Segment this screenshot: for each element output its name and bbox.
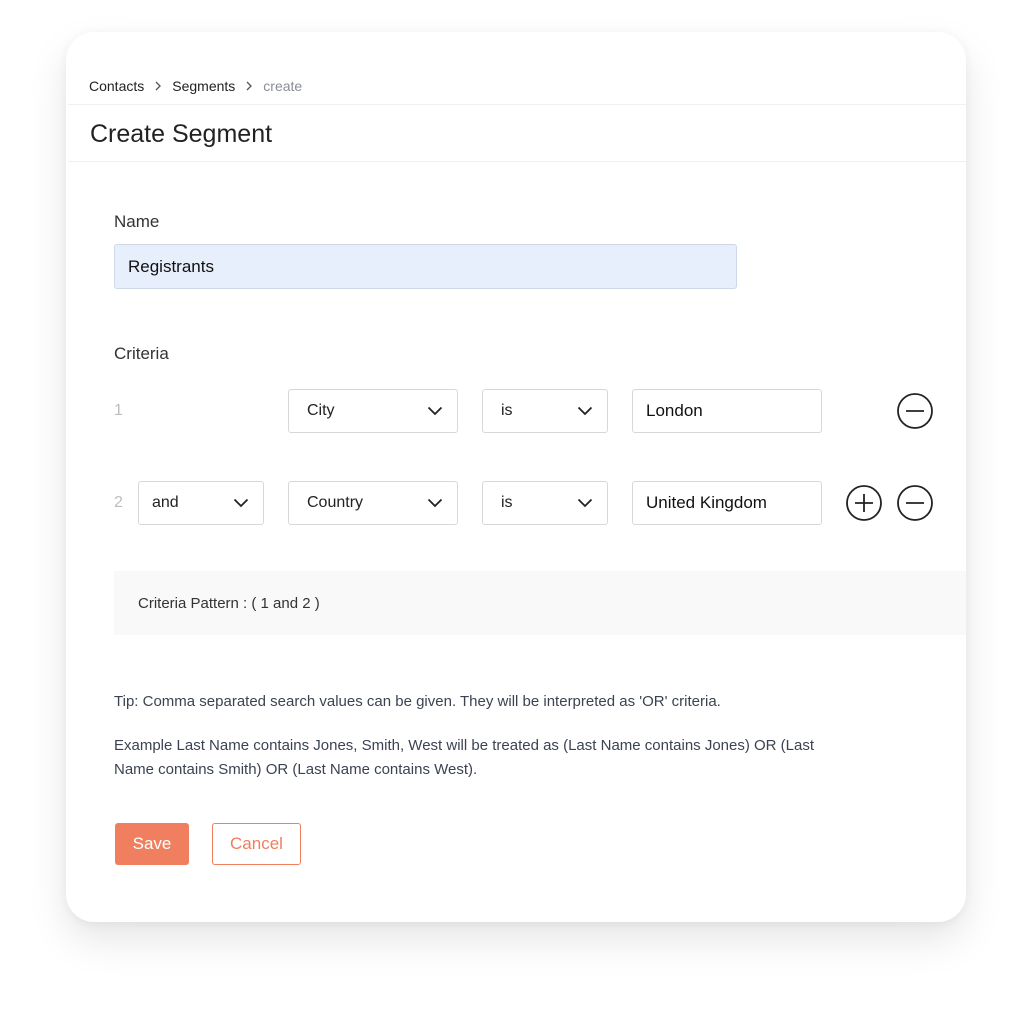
chevron-down-icon (233, 498, 249, 508)
breadcrumb-current: create (263, 78, 303, 94)
minus-circle-icon (897, 393, 933, 429)
field-select[interactable]: City (288, 389, 458, 433)
criteria-value-input[interactable] (632, 389, 822, 433)
name-label: Name (114, 212, 160, 231)
chevron-right-icon (154, 81, 162, 91)
tip-text: Tip: Comma separated search values can b… (114, 693, 721, 710)
chevron-down-icon (577, 498, 593, 508)
operator-select[interactable]: is (482, 389, 608, 433)
field-select[interactable]: Country (288, 481, 458, 525)
minus-circle-icon (897, 485, 933, 521)
operator-select[interactable]: is (482, 481, 608, 525)
chevron-down-icon (427, 498, 443, 508)
criteria-row-number: 2 (114, 494, 123, 511)
add-criteria-button[interactable] (845, 484, 883, 522)
operator-select-value: is (501, 494, 513, 511)
criteria-pattern-box: Criteria Pattern : ( 1 and 2 ) (114, 571, 966, 635)
chevron-right-icon (245, 81, 253, 91)
segment-name-input[interactable] (114, 244, 737, 289)
plus-circle-icon (846, 485, 882, 521)
criteria-label: Criteria (114, 344, 169, 363)
field-select-value: City (307, 402, 335, 419)
logic-select[interactable]: and (138, 481, 264, 525)
breadcrumb-contacts[interactable]: Contacts (89, 78, 144, 94)
field-select-value: Country (307, 494, 364, 511)
remove-criteria-button[interactable] (896, 392, 934, 430)
logic-select-value: and (152, 494, 179, 511)
chevron-down-icon (427, 406, 443, 416)
title-divider (68, 161, 966, 162)
cancel-button[interactable]: Cancel (212, 823, 301, 865)
breadcrumb-segments[interactable]: Segments (172, 78, 235, 94)
save-button[interactable]: Save (115, 823, 189, 865)
operator-select-value: is (501, 402, 513, 419)
example-text: Example Last Name contains Jones, Smith,… (114, 737, 815, 778)
chevron-down-icon (577, 406, 593, 416)
breadcrumb: Contacts Segments create (89, 78, 302, 94)
create-segment-card: Contacts Segments create Create Segment … (66, 32, 966, 922)
criteria-value-input[interactable] (632, 481, 822, 525)
remove-criteria-button[interactable] (896, 484, 934, 522)
page-title: Create Segment (90, 120, 273, 148)
criteria-row-number: 1 (114, 402, 123, 419)
criteria-pattern-text: Criteria Pattern : ( 1 and 2 ) (138, 594, 320, 612)
header-divider (68, 104, 966, 105)
